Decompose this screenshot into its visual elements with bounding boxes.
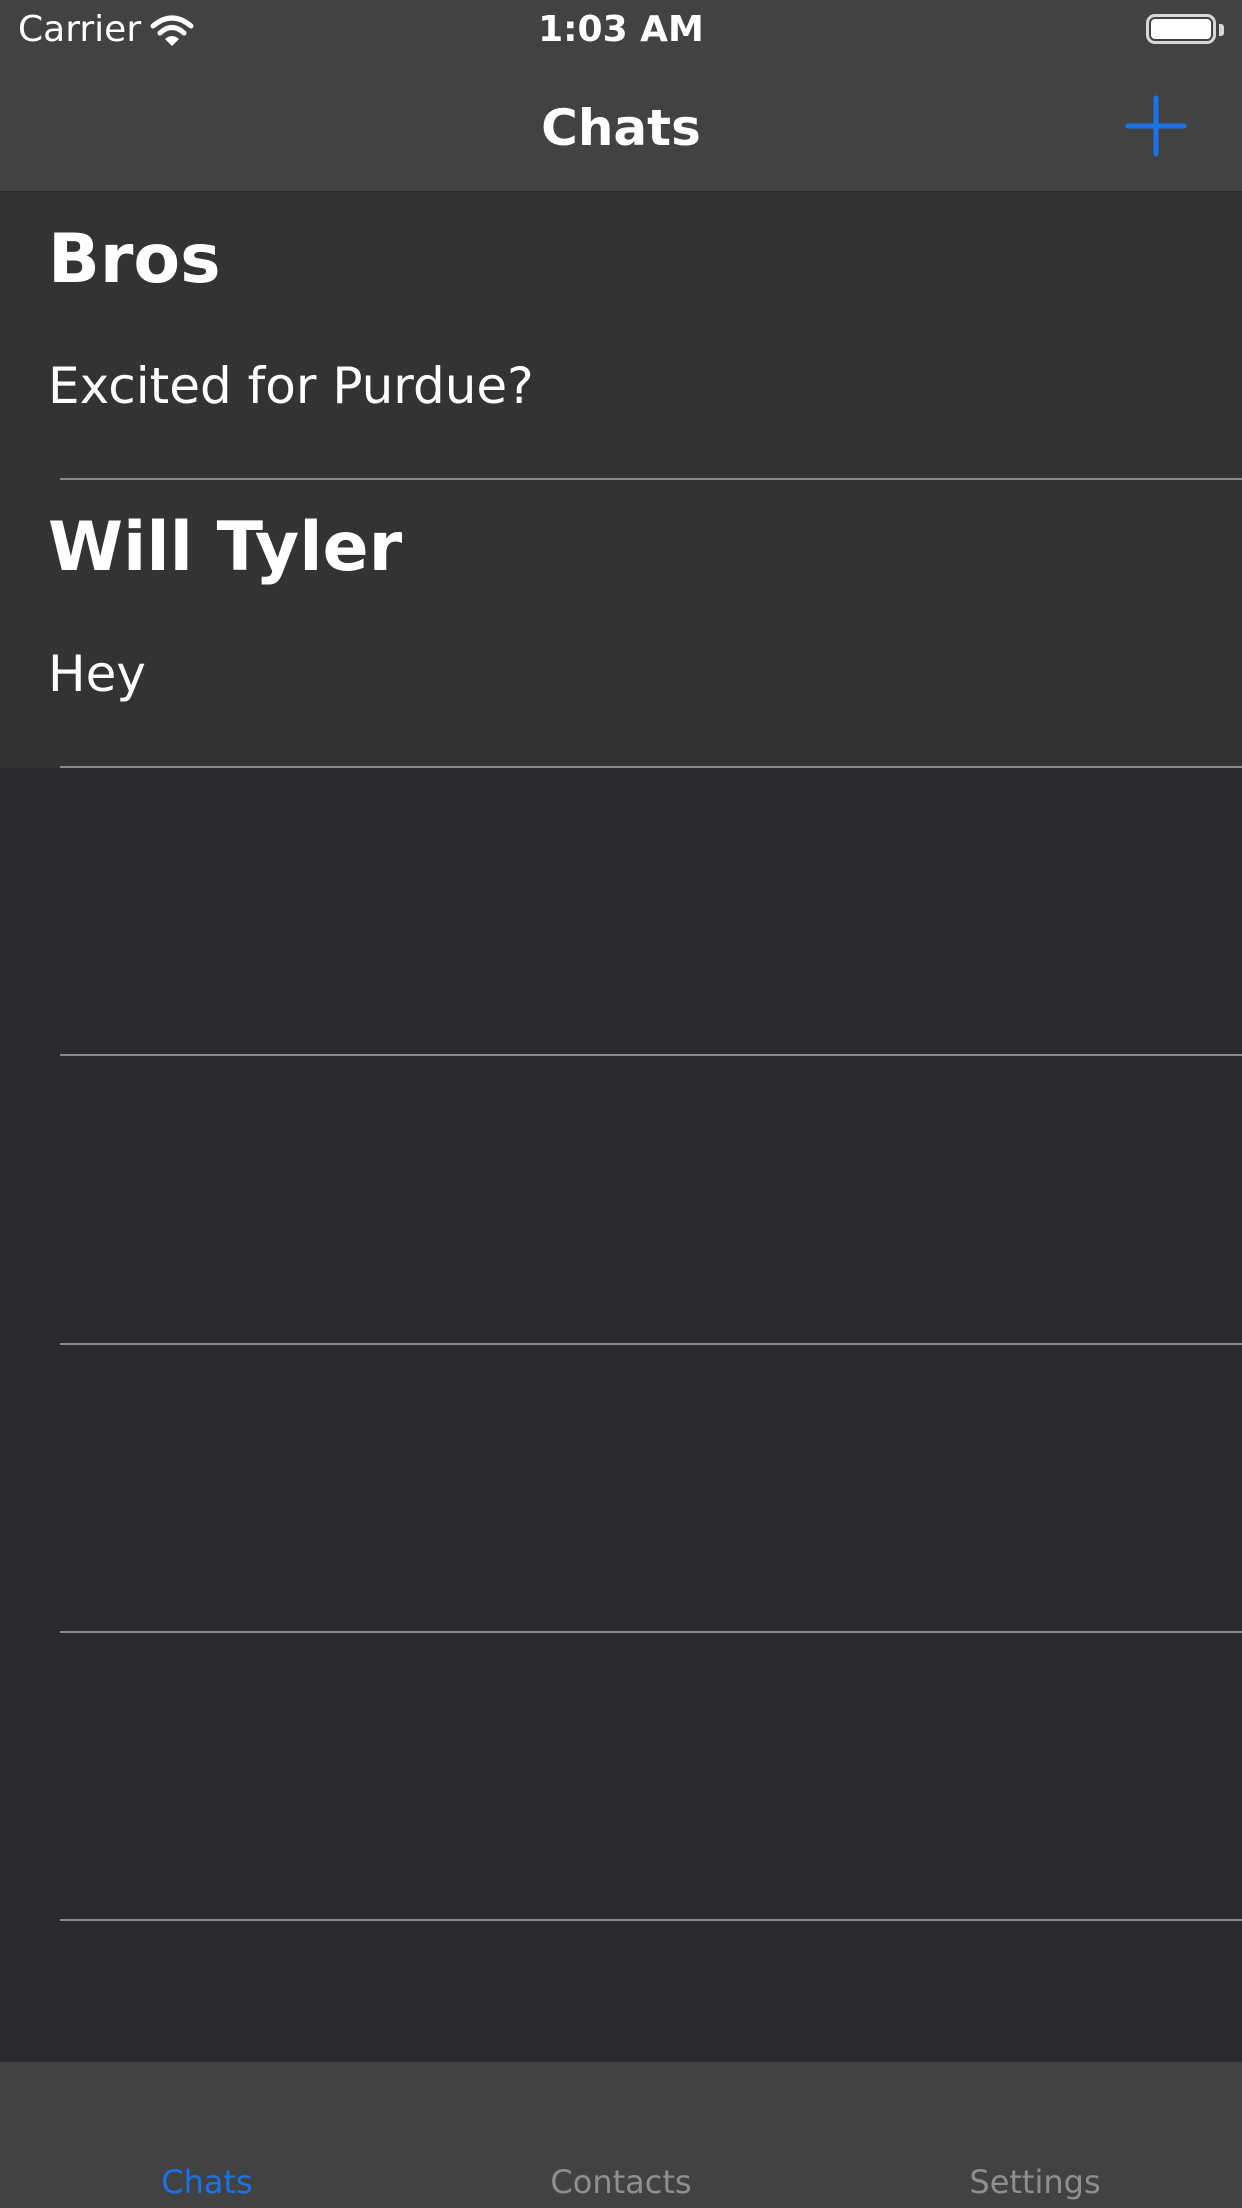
chat-name: Bros <box>48 220 221 299</box>
tab-chats[interactable]: Chats <box>0 2162 414 2202</box>
add-chat-button[interactable] <box>1124 94 1188 158</box>
plus-icon <box>1125 95 1187 157</box>
battery-icon <box>1146 14 1228 48</box>
tab-bar: Chats Contacts Settings <box>0 2062 1242 2208</box>
row-separator <box>60 1919 1242 1921</box>
status-time: 1:03 AM <box>538 9 704 50</box>
navigation-bar: Chats <box>0 60 1242 192</box>
chat-list: Bros Excited for Purdue? Will Tyler Hey <box>0 192 1242 768</box>
chat-preview: Excited for Purdue? <box>48 357 534 415</box>
chat-row[interactable]: Will Tyler Hey <box>0 480 1242 768</box>
row-separator <box>60 1343 1242 1345</box>
chat-preview: Hey <box>48 645 146 703</box>
row-separator <box>60 766 1242 768</box>
chat-name: Will Tyler <box>48 508 403 587</box>
status-bar: Carrier 1:03 AM <box>0 0 1242 60</box>
row-separator <box>60 1631 1242 1633</box>
page-title: Chats <box>541 99 701 157</box>
chat-row[interactable]: Bros Excited for Purdue? <box>0 192 1242 480</box>
row-separator <box>60 478 1242 480</box>
tab-contacts[interactable]: Contacts <box>414 2162 828 2202</box>
row-separator <box>60 1054 1242 1056</box>
tab-settings[interactable]: Settings <box>828 2162 1242 2202</box>
